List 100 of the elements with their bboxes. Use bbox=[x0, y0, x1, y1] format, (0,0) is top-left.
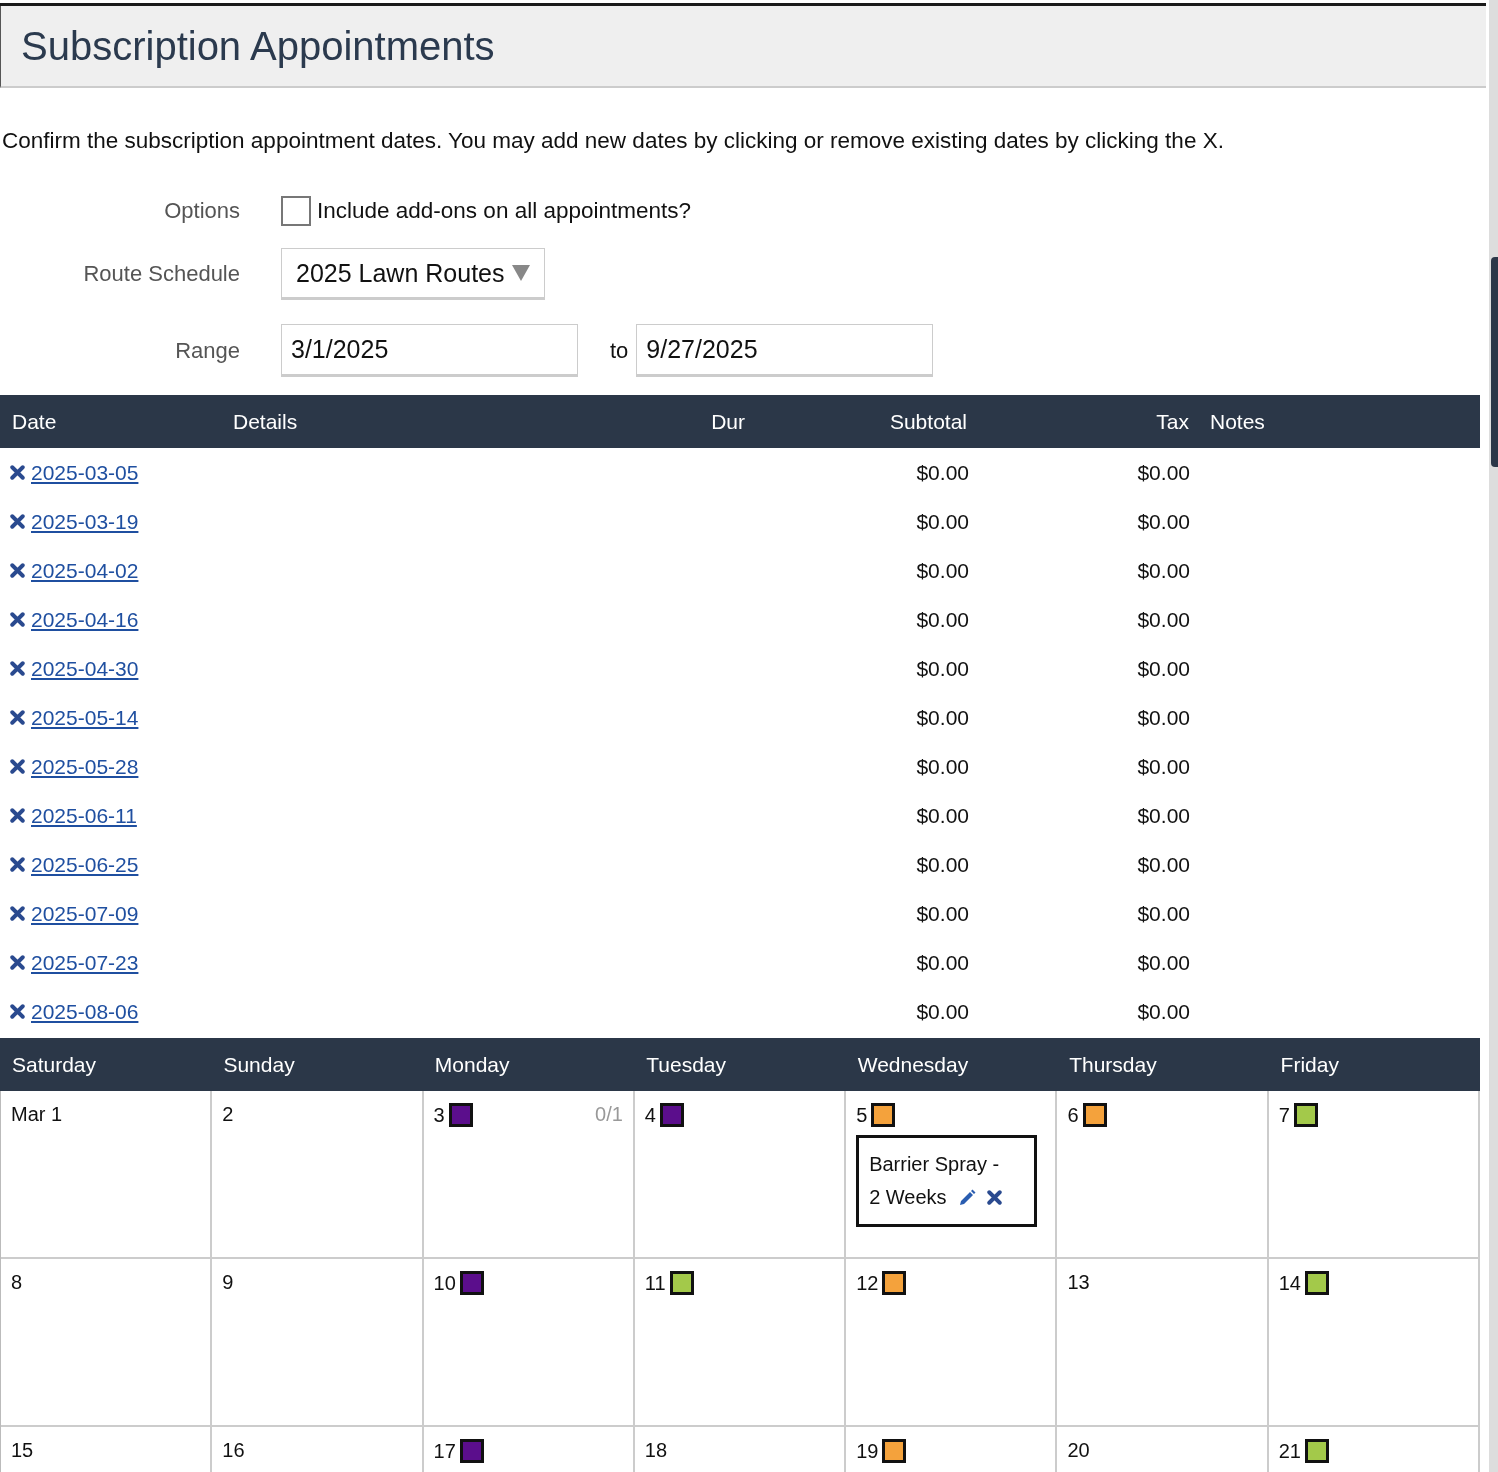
date-link[interactable]: 2025-07-23 bbox=[31, 950, 139, 975]
calendar-day[interactable]: 4 bbox=[634, 1091, 847, 1259]
close-icon[interactable] bbox=[10, 612, 25, 627]
day-number: 11 bbox=[644, 1271, 666, 1295]
calendar-day[interactable]: 15 bbox=[1, 1427, 213, 1472]
calendar-day[interactable]: 5 Barrier Spray - 2 Weeks bbox=[846, 1091, 1058, 1259]
calendar-day[interactable]: 14 bbox=[1268, 1259, 1480, 1427]
weekday-label: Wednesday bbox=[856, 1052, 970, 1077]
day-number: 21 bbox=[1278, 1439, 1301, 1463]
tax-cell-text: $0.00 bbox=[1136, 950, 1191, 975]
date-link[interactable]: 2025-06-25 bbox=[31, 852, 139, 877]
calendar-day[interactable]: 19 bbox=[846, 1427, 1058, 1472]
calendar-day[interactable]: 9 bbox=[212, 1259, 424, 1427]
calendar-day[interactable]: 17 bbox=[423, 1427, 635, 1472]
calendar-day[interactable]: 20 bbox=[1057, 1427, 1269, 1472]
subtotal-cell-text: $0.00 bbox=[915, 656, 970, 681]
subtotal-cell-text: $0.00 bbox=[915, 607, 970, 632]
route-schedule-label: Route Schedule bbox=[82, 261, 240, 287]
calendar-day[interactable]: 7 bbox=[1268, 1091, 1480, 1259]
date-link[interactable]: 2025-07-09 bbox=[31, 901, 139, 926]
close-icon[interactable] bbox=[10, 661, 25, 676]
calendar-day[interactable]: 18 bbox=[634, 1427, 847, 1472]
column-header: Subtotal bbox=[888, 409, 968, 434]
date-link[interactable]: 2025-06-11 bbox=[31, 803, 137, 828]
close-icon[interactable] bbox=[10, 1004, 25, 1019]
tax-cell-text: $0.00 bbox=[1136, 901, 1191, 926]
weekday-label: Thursday bbox=[1068, 1052, 1158, 1077]
appointment-card[interactable]: Barrier Spray - 2 Weeks bbox=[856, 1135, 1038, 1227]
tax-cell-text: $0.00 bbox=[1136, 509, 1191, 534]
day-number: 3 bbox=[433, 1103, 445, 1127]
calendar-day[interactable]: 8 bbox=[1, 1259, 213, 1427]
tax-cell-text: $0.00 bbox=[1136, 705, 1191, 730]
calendar-day[interactable]: 12 bbox=[846, 1259, 1058, 1427]
range-end-field[interactable]: 9/27/2025 bbox=[636, 324, 934, 377]
calendar-day[interactable]: 2 bbox=[212, 1091, 424, 1259]
page-title: Subscription Appointments bbox=[21, 23, 495, 69]
calendar-day[interactable]: 13 bbox=[1057, 1259, 1269, 1427]
tax-cell-text: $0.00 bbox=[1136, 656, 1191, 681]
tax-cell-text: $0.00 bbox=[1136, 999, 1191, 1024]
tax-cell-text: $0.00 bbox=[1136, 460, 1191, 485]
column-header: Tax bbox=[1155, 409, 1190, 434]
tax-cell-text: $0.00 bbox=[1136, 558, 1191, 583]
close-icon[interactable] bbox=[10, 514, 25, 529]
date-link[interactable]: 2025-05-28 bbox=[31, 754, 139, 779]
tax-cell-text: $0.00 bbox=[1136, 852, 1191, 877]
date-link[interactable]: 2025-04-02 bbox=[31, 558, 139, 583]
close-icon[interactable] bbox=[10, 710, 25, 725]
dropdown-arrow-icon[interactable] bbox=[512, 265, 531, 281]
options-label: Options bbox=[163, 198, 240, 224]
date-link[interactable]: 2025-03-19 bbox=[31, 509, 139, 534]
addons-checkbox[interactable]: Include add-ons on all appointments? bbox=[281, 196, 691, 226]
column-header: Details bbox=[232, 409, 299, 434]
date-link[interactable]: 2025-03-05 bbox=[31, 460, 139, 485]
tax-cell-text: $0.00 bbox=[1136, 754, 1191, 779]
day-number: 15 bbox=[11, 1439, 34, 1462]
close-icon[interactable] bbox=[10, 808, 25, 823]
subtotal-cell-text: $0.00 bbox=[915, 460, 970, 485]
day-number: 14 bbox=[1278, 1271, 1301, 1295]
date-link[interactable]: 2025-04-30 bbox=[31, 656, 139, 681]
close-icon[interactable] bbox=[986, 1190, 1002, 1205]
date-link[interactable]: 2025-08-06 bbox=[31, 999, 139, 1024]
column-header: Date bbox=[11, 409, 58, 434]
subtotal-cell-text: $0.00 bbox=[915, 999, 970, 1024]
calendar-day[interactable]: 10 bbox=[423, 1259, 635, 1427]
route-schedule-dropdown[interactable]: 2025 Lawn Routes bbox=[281, 248, 546, 300]
column-header: Notes bbox=[1209, 409, 1266, 434]
subtotal-cell-text: $0.00 bbox=[915, 803, 970, 828]
calendar-day[interactable]: 16 bbox=[212, 1427, 424, 1472]
subtotal-cell-text: $0.00 bbox=[915, 558, 970, 583]
calendar-day[interactable]: 6 bbox=[1057, 1091, 1269, 1259]
calendar-day[interactable]: Mar 1 bbox=[1, 1091, 213, 1259]
day-number: 17 bbox=[433, 1439, 456, 1463]
day-number: 4 bbox=[644, 1103, 656, 1127]
weekday-label: Tuesday bbox=[645, 1052, 728, 1077]
calendar-day[interactable]: 11 bbox=[634, 1259, 847, 1427]
close-icon[interactable] bbox=[10, 563, 25, 578]
close-icon[interactable] bbox=[10, 465, 25, 480]
day-number: 12 bbox=[856, 1271, 879, 1295]
instructions-text: Confirm the subscription appointment dates. You may add new dates by clicking or remove existing dates by clicking the X. bbox=[2, 128, 1225, 154]
weekday-label: Friday bbox=[1279, 1052, 1340, 1077]
range-start-field[interactable]: 3/1/2025 bbox=[281, 324, 578, 377]
appointment-title: 2 Weeks bbox=[869, 1185, 947, 1210]
range-to-label: to bbox=[610, 337, 629, 364]
date-link[interactable]: 2025-04-16 bbox=[31, 607, 139, 632]
close-icon[interactable] bbox=[10, 955, 25, 970]
scrollbar[interactable] bbox=[1489, 0, 1498, 1472]
day-number: 9 bbox=[222, 1271, 234, 1294]
day-number: 2 bbox=[222, 1103, 234, 1126]
calendar-day[interactable]: 21 bbox=[1268, 1427, 1480, 1472]
day-number: 16 bbox=[222, 1439, 245, 1462]
appointment-count: 0/1 bbox=[595, 1103, 623, 1126]
subtotal-cell-text: $0.00 bbox=[915, 509, 970, 534]
close-icon[interactable] bbox=[10, 759, 25, 774]
calendar-day[interactable]: 3 0/1 bbox=[423, 1091, 635, 1259]
subtotal-cell-text: $0.00 bbox=[915, 852, 970, 877]
day-number: 10 bbox=[433, 1271, 456, 1295]
close-icon[interactable] bbox=[10, 857, 25, 872]
close-icon[interactable] bbox=[10, 906, 25, 921]
date-link[interactable]: 2025-05-14 bbox=[31, 705, 139, 730]
subtotal-cell-text: $0.00 bbox=[915, 901, 970, 926]
